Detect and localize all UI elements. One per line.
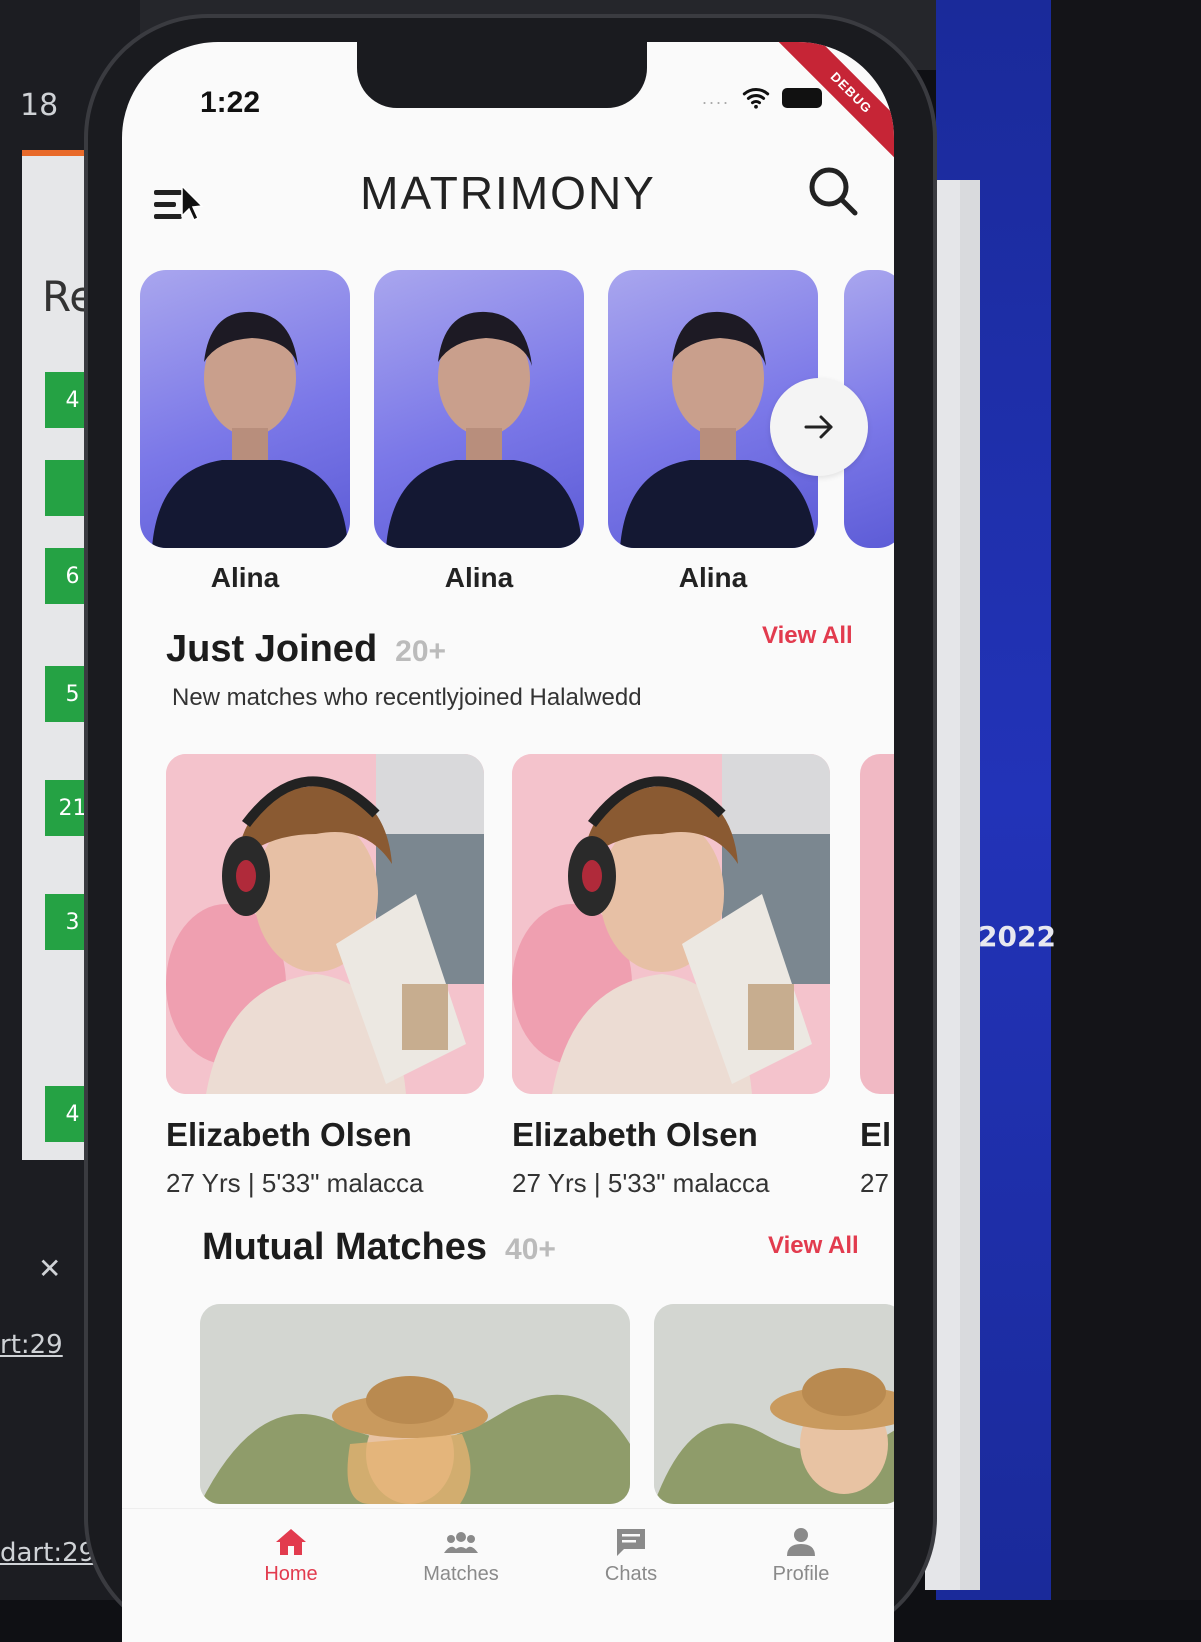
phone-notch [357, 42, 647, 108]
match-card[interactable]: Elizabeth Olsen 27 Yrs | 5'33" malacca [512, 754, 830, 1199]
profile-image [200, 1304, 630, 1504]
mutual-matches-view-all-link[interactable]: View All [768, 1232, 859, 1260]
emulator-side-panel-edge [960, 180, 980, 1590]
mutual-matches-count: 40+ [505, 1233, 556, 1266]
nav-matches[interactable]: Matches [396, 1527, 526, 1586]
ide-link[interactable]: rt:29 [0, 1330, 63, 1360]
nav-label: Profile [772, 1563, 830, 1585]
bottom-navigation: Home Matches Chats Profile [122, 1508, 894, 1642]
status-icons: .... [702, 78, 842, 118]
profile-image [512, 754, 830, 1094]
just-joined-heading: Just Joined 20+ [166, 628, 446, 671]
mutual-matches-title: Mutual Matches [202, 1226, 488, 1268]
app-screen: DEBUG 1:22 .... MATRIMONY Alina Alina Al… [122, 42, 894, 1642]
match-name: Elizabeth Olsen [512, 1116, 758, 1153]
signal-dots: .... [702, 87, 731, 108]
mutual-match-card[interactable] [654, 1304, 894, 1504]
story-item[interactable]: Alina [140, 270, 350, 594]
mutual-match-card[interactable] [200, 1304, 630, 1504]
profile-image [654, 1304, 894, 1504]
nav-label: Home [264, 1563, 318, 1585]
nav-label: Chats [604, 1563, 658, 1585]
search-icon[interactable] [806, 164, 860, 218]
portrait-image [386, 311, 582, 548]
story-name: Alina [444, 562, 514, 593]
profile-image [166, 754, 484, 1094]
stories-next-button[interactable] [770, 378, 868, 476]
arrow-right-icon [804, 415, 833, 439]
ide-line-number: 18 [20, 88, 59, 123]
mutual-matches-heading: Mutual Matches 40+ [202, 1226, 556, 1269]
story-photo [140, 270, 350, 548]
match-card[interactable]: Elizabeth Olsen 27 Yrs | 5'33" malacca [166, 754, 484, 1199]
status-time: 1:22 [200, 86, 261, 119]
match-name: El [860, 1116, 892, 1153]
just-joined-title: Just Joined [166, 628, 378, 670]
just-joined-count: 20+ [395, 635, 447, 668]
story-name: Alina [678, 562, 748, 593]
ide-link[interactable]: dart:29 [0, 1538, 95, 1568]
battery-icon [782, 88, 823, 108]
story-name: Alina [210, 562, 280, 593]
nav-chats[interactable]: Chats [566, 1527, 696, 1586]
person-icon [787, 1528, 815, 1556]
match-card-partial[interactable]: El 27 [860, 754, 894, 1199]
monitor-text: 2022 [978, 920, 1056, 953]
nav-home[interactable]: Home [226, 1527, 356, 1586]
home-icon [276, 1529, 306, 1555]
match-name: Elizabeth Olsen [166, 1116, 412, 1153]
match-photo [512, 754, 830, 1094]
match-info: 27 Yrs | 5'33" malacca [166, 1168, 424, 1198]
people-icon [444, 1532, 478, 1553]
match-photo [860, 754, 894, 1094]
monitor-edge [1051, 0, 1201, 1600]
story-photo [374, 270, 584, 548]
match-info: 27 [860, 1168, 889, 1198]
just-joined-view-all-link[interactable]: View All [762, 622, 853, 650]
match-photo [166, 754, 484, 1094]
close-icon[interactable]: ✕ [38, 1252, 61, 1285]
nav-label: Matches [423, 1563, 499, 1585]
nav-profile[interactable]: Profile [736, 1527, 866, 1586]
app-title: MATRIMONY [360, 167, 656, 219]
just-joined-subtitle: New matches who recentlyjoined Halalwedd [172, 684, 642, 711]
portrait-image [152, 311, 348, 548]
wifi-icon [742, 87, 770, 109]
story-item[interactable]: Alina [374, 270, 584, 594]
match-info: 27 Yrs | 5'33" malacca [512, 1168, 770, 1198]
chat-icon [617, 1529, 645, 1556]
